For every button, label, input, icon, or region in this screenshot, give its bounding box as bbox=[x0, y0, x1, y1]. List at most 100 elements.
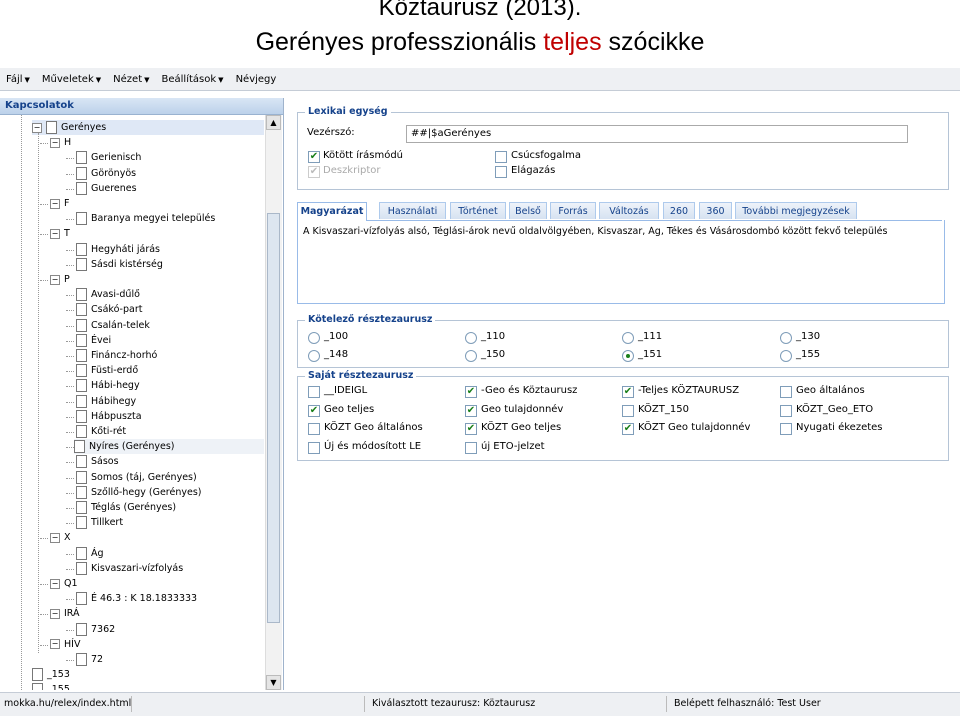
tree-node-leaf[interactable]: Sásdi kistérség bbox=[76, 257, 163, 272]
menu-about[interactable]: Névjegy bbox=[230, 74, 283, 85]
document-icon bbox=[76, 318, 87, 332]
tree-node-leaf[interactable]: Csalán-telek bbox=[76, 318, 150, 333]
tree-node-branch[interactable]: − HÍV bbox=[50, 637, 80, 652]
subthesaurus-checkbox[interactable] bbox=[465, 441, 477, 454]
tree-connector bbox=[66, 249, 74, 251]
subthesaurus-checkbox[interactable]: ✔ bbox=[465, 423, 477, 435]
subthesaurus-radio[interactable] bbox=[780, 332, 792, 344]
tree-node-leaf[interactable]: _153 bbox=[32, 667, 70, 682]
tree-connector bbox=[66, 371, 74, 373]
branching-checkbox[interactable] bbox=[495, 166, 507, 178]
tree-node-leaf[interactable]: Fináncz-horhó bbox=[76, 348, 157, 363]
subthesaurus-checkbox[interactable]: ✔ bbox=[308, 404, 320, 417]
tree-node-label: Baranya megyei település bbox=[91, 213, 216, 225]
tree-node-leaf[interactable]: Somos (táj, Gerényes) bbox=[76, 470, 197, 485]
tree-node-leaf[interactable]: Csákó-part bbox=[76, 302, 142, 317]
collapse-icon[interactable]: − bbox=[50, 137, 60, 148]
tab-panel: A Kisvaszari-vízfolyás alsó, Téglási-áro… bbox=[297, 220, 945, 304]
tab-more-notes[interactable]: További megjegyzések bbox=[735, 202, 857, 219]
collapse-icon[interactable]: − bbox=[50, 578, 60, 589]
subthesaurus-checkbox[interactable] bbox=[308, 441, 320, 454]
tree-node-leaf[interactable]: Füsti-erdő bbox=[76, 363, 138, 378]
scroll-down-icon[interactable]: ▼ bbox=[266, 675, 281, 690]
tree-node-leaf[interactable]: Nyíres (Gerényes) bbox=[74, 439, 264, 455]
subthesaurus-radio-label: _130 bbox=[796, 331, 821, 342]
tree-scrollbar[interactable]: ▲ ▼ bbox=[265, 115, 282, 690]
tree-node-leaf[interactable]: Gerienisch bbox=[76, 150, 141, 165]
subthesaurus-checkbox[interactable] bbox=[780, 386, 792, 398]
menu-file[interactable]: Fájl ▼ bbox=[0, 74, 36, 85]
tree-node-leaf[interactable]: Téglás (Gerényes) bbox=[76, 500, 176, 515]
collapse-icon[interactable]: − bbox=[50, 198, 60, 209]
subthesaurus-checkbox[interactable] bbox=[622, 404, 634, 417]
collapse-icon[interactable]: − bbox=[50, 639, 60, 650]
collapse-icon[interactable]: − bbox=[50, 608, 60, 619]
tree-node-leaf[interactable]: Évei bbox=[76, 333, 111, 348]
subthesaurus-radio[interactable] bbox=[780, 350, 792, 362]
subthesaurus-checkbox[interactable]: ✔ bbox=[465, 404, 477, 417]
tab-internal[interactable]: Belső bbox=[509, 202, 547, 219]
tab-history[interactable]: Történet bbox=[450, 202, 506, 219]
menu-view[interactable]: Nézet ▼ bbox=[107, 74, 155, 85]
tree-node-branch[interactable]: − P bbox=[50, 272, 70, 287]
headword-field[interactable]: ##|$aGerényes bbox=[406, 125, 908, 143]
tree-node-branch[interactable]: − F bbox=[50, 196, 69, 211]
subthesaurus-radio[interactable] bbox=[465, 332, 477, 344]
tree-node-leaf[interactable]: Tillkert bbox=[76, 515, 123, 530]
tree-node-branch[interactable]: − IRÁ bbox=[50, 606, 80, 621]
fixed-spelling-checkbox[interactable]: ✔ bbox=[308, 151, 320, 163]
scrollbar-thumb[interactable] bbox=[267, 213, 280, 623]
collapse-icon[interactable]: − bbox=[50, 532, 60, 543]
descriptor-checkbox: ✔ bbox=[308, 166, 320, 178]
collapse-icon[interactable]: − bbox=[50, 274, 60, 285]
tab-strip: Magyarázat Használati Történet Belső For… bbox=[297, 202, 942, 221]
subthesaurus-radio[interactable] bbox=[622, 332, 634, 344]
menu-operations[interactable]: Műveletek ▼ bbox=[36, 74, 107, 85]
menu-settings[interactable]: Beállítások ▼ bbox=[156, 74, 230, 85]
tree-node-leaf[interactable]: Ág bbox=[76, 546, 104, 561]
subthesaurus-checkbox[interactable] bbox=[308, 423, 320, 435]
subthesaurus-checkbox[interactable]: ✔ bbox=[465, 386, 477, 398]
tree-node-leaf[interactable]: 72 bbox=[76, 652, 103, 667]
subthesaurus-radio[interactable] bbox=[622, 350, 634, 362]
tab-360[interactable]: 360 bbox=[699, 202, 732, 219]
tree-node-leaf[interactable]: Baranya megyei település bbox=[76, 211, 215, 226]
tab-usage[interactable]: Használati bbox=[379, 202, 446, 219]
tree-node-leaf[interactable]: Szőllő-hegy (Gerényes) bbox=[76, 485, 201, 500]
tree-node-leaf[interactable]: Kisvaszari-vízfolyás bbox=[76, 561, 183, 576]
scroll-up-icon[interactable]: ▲ bbox=[266, 115, 281, 130]
tab-explanation[interactable]: Magyarázat bbox=[297, 202, 367, 221]
tree-node-branch[interactable]: − H bbox=[50, 135, 71, 150]
tree-node-leaf[interactable]: Sásos bbox=[76, 454, 119, 469]
subthesaurus-checkbox[interactable]: ✔ bbox=[622, 386, 634, 398]
tree-node-leaf[interactable]: Hábi-hegy bbox=[76, 378, 140, 393]
tree-node-branch[interactable]: − X bbox=[50, 530, 71, 545]
tree-node-branch[interactable]: − Gerényes bbox=[32, 120, 264, 135]
subthesaurus-radio[interactable] bbox=[308, 350, 320, 362]
subthesaurus-radio[interactable] bbox=[308, 332, 320, 344]
tree-node-leaf[interactable]: Hábihegy bbox=[76, 394, 136, 409]
tree-node-leaf[interactable]: _155 bbox=[32, 682, 70, 690]
tab-source[interactable]: Forrás bbox=[550, 202, 596, 219]
tab-changes[interactable]: Változás bbox=[599, 202, 659, 219]
subthesaurus-radio[interactable] bbox=[465, 350, 477, 362]
tree-node-branch[interactable]: − T bbox=[50, 226, 70, 241]
tree-node-leaf[interactable]: Görönyös bbox=[76, 166, 136, 181]
tree-node-leaf[interactable]: Hegyháti járás bbox=[76, 242, 160, 257]
collapse-icon[interactable]: − bbox=[32, 122, 42, 133]
subthesaurus-checkbox[interactable] bbox=[780, 404, 792, 417]
tree-node-leaf[interactable]: Hábpuszta bbox=[76, 409, 142, 424]
explanation-textarea[interactable]: A Kisvaszari-vízfolyás alsó, Téglási-áro… bbox=[303, 226, 939, 298]
tree-node-leaf[interactable]: Avasi-dűlő bbox=[76, 287, 140, 302]
tree-node-leaf[interactable]: Kőti-rét bbox=[76, 424, 126, 439]
subthesaurus-checkbox[interactable] bbox=[780, 423, 792, 435]
top-concept-checkbox[interactable] bbox=[495, 151, 507, 163]
tab-260[interactable]: 260 bbox=[663, 202, 695, 219]
subthesaurus-checkbox[interactable] bbox=[308, 386, 320, 398]
tree-node-leaf[interactable]: É 46.3 : K 18.1833333 bbox=[76, 591, 197, 606]
tree-node-branch[interactable]: − Q1 bbox=[50, 576, 78, 591]
subthesaurus-checkbox[interactable]: ✔ bbox=[622, 423, 634, 435]
tree-node-leaf[interactable]: 7362 bbox=[76, 622, 115, 637]
tree-node-leaf[interactable]: Guerenes bbox=[76, 181, 137, 196]
collapse-icon[interactable]: − bbox=[50, 228, 60, 239]
